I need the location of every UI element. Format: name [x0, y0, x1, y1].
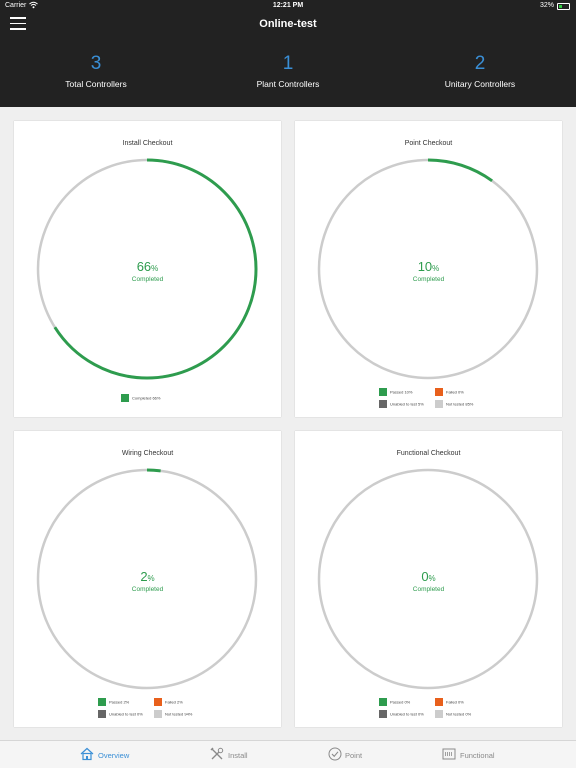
legend-swatch — [435, 710, 443, 718]
tab-label: Functional — [460, 751, 495, 760]
legend-passed: Passed 0% — [379, 698, 410, 706]
legend-swatch — [154, 710, 162, 718]
legend-label: Not tested 0% — [446, 711, 472, 717]
card-title: Functional Checkout — [396, 450, 461, 457]
percent-value: 2% — [140, 569, 155, 584]
completed-label: Completed — [131, 586, 164, 593]
legend-label: Failed 0% — [446, 699, 464, 705]
card-title: Install Checkout — [122, 140, 173, 147]
tab-label: Overview — [98, 751, 130, 760]
status-bar: Carrier 12:21 PM 32% — [0, 0, 576, 13]
legend-label: Unabled to test 0% — [109, 711, 143, 717]
legend-swatch — [98, 698, 106, 706]
legend-completed: Completed 66% — [121, 394, 160, 402]
legend-swatch — [379, 400, 387, 408]
legend-swatch — [154, 698, 162, 706]
legend-label: Not tested 85% — [446, 401, 474, 407]
battery-icon — [557, 3, 570, 10]
legend-label: Completed 66% — [132, 395, 161, 401]
legend-passed: Passed 2% — [98, 698, 129, 706]
tab-label: Install — [228, 751, 248, 760]
tab-functional[interactable]: Functional — [442, 741, 502, 768]
legend-label: Not tested 94% — [165, 711, 193, 717]
completed-label: Completed — [412, 586, 445, 593]
legend-unable: Unabled to test 5% — [379, 400, 424, 408]
legend-not-tested: Not tested 85% — [435, 400, 473, 408]
legend-swatch — [435, 698, 443, 706]
legend-failed: Failed 2% — [154, 698, 183, 706]
stat-plant-controllers: 1 Plant Controllers — [192, 53, 384, 89]
stat-value: 1 — [282, 53, 294, 74]
completed-label: Completed — [131, 276, 164, 283]
wiring-checkout-card[interactable]: Wiring Checkout 2% Completed Passed 2% F… — [14, 431, 281, 727]
legend-not-tested: Not tested 0% — [435, 710, 471, 718]
legend-swatch — [379, 710, 387, 718]
clock: 12:21 PM — [272, 2, 304, 9]
tab-install[interactable]: Install — [210, 741, 260, 768]
legend-label: Unabled to test 5% — [390, 401, 424, 407]
legend-not-tested: Not tested 94% — [154, 710, 192, 718]
header: Online-test 3 Total Controllers 1 Plant … — [0, 13, 576, 107]
legend-swatch — [379, 388, 387, 396]
functional-checkout-card[interactable]: Functional Checkout 0% Completed Passed … — [295, 431, 562, 727]
legend-unable: Unabled to test 0% — [379, 710, 424, 718]
legend-label: Unabled to test 0% — [390, 711, 424, 717]
tab-label: Point — [345, 751, 363, 760]
home-icon — [80, 747, 94, 763]
legend-swatch — [435, 388, 443, 396]
point-checkout-card[interactable]: Point Checkout 10% Completed Passed 10% … — [295, 121, 562, 417]
tools-icon — [210, 747, 224, 763]
legend-failed: Failed 0% — [435, 698, 464, 706]
completed-label: Completed — [412, 276, 445, 283]
legend-label: Failed 2% — [165, 699, 183, 705]
stat-value: 2 — [474, 53, 486, 74]
legend-passed: Passed 10% — [379, 388, 412, 396]
stat-value: 3 — [90, 53, 102, 74]
legend-swatch — [121, 394, 129, 402]
tab-point[interactable]: Point — [328, 741, 373, 768]
legend-swatch — [435, 400, 443, 408]
percent-value: 10% — [417, 259, 440, 274]
checkmark-circle-icon — [328, 747, 342, 763]
legend-swatch — [379, 698, 387, 706]
legend-label: Passed 0% — [390, 699, 411, 705]
legend-swatch — [98, 710, 106, 718]
legend-failed: Failed 0% — [435, 388, 464, 396]
legend-label: Passed 10% — [390, 389, 413, 395]
percent-value: 66% — [136, 259, 159, 274]
legend-label: Passed 2% — [109, 699, 130, 705]
card-title: Point Checkout — [404, 140, 453, 147]
legend-label: Failed 0% — [446, 389, 464, 395]
percent-value: 0% — [421, 569, 436, 584]
tab-overview[interactable]: Overview — [80, 741, 140, 768]
stat-unitary-controllers: 2 Unitary Controllers — [384, 53, 576, 89]
battery-percent: 32% — [539, 2, 554, 9]
stat-label: Unitary Controllers — [444, 79, 516, 89]
page-title: Online-test — [259, 18, 317, 30]
stat-total-controllers: 3 Total Controllers — [0, 53, 192, 89]
install-checkout-card[interactable]: Install Checkout 66% Completed Completed… — [14, 121, 281, 417]
card-title: Wiring Checkout — [121, 450, 174, 457]
legend-unable: Unabled to test 0% — [98, 710, 143, 718]
tab-bar: Overview Install Point Functional — [0, 740, 576, 768]
stat-label: Total Controllers — [65, 79, 127, 89]
function-box-icon — [442, 747, 456, 763]
stat-label: Plant Controllers — [256, 79, 320, 89]
